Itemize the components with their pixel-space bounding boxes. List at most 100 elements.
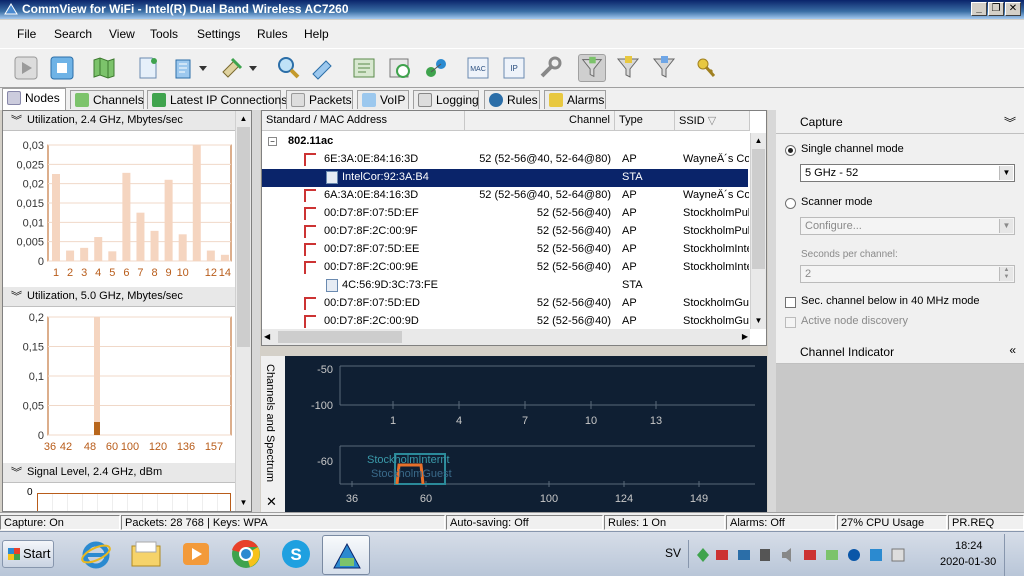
scroll-thumb[interactable] [752,149,765,269]
collapse-box-icon[interactable]: − [268,137,277,146]
play-icon[interactable] [12,54,40,82]
tools-icon[interactable] [536,54,564,82]
nodes-hscrollbar[interactable]: ◀ ▶ [262,329,750,345]
tab-channels[interactable]: Channels [70,90,144,109]
vertical-splitter[interactable] [252,110,260,512]
menu-view[interactable]: View [109,27,135,41]
tab-rules[interactable]: Rules [484,90,540,109]
ap-row[interactable]: 00:D7:8F:2C:00:9E 52 (52-56@40) AP Stockhol… [262,259,749,277]
group-row[interactable]: − 802.11ac [262,133,748,151]
collapse-chevron-icon[interactable]: ︾ [11,112,22,128]
filter-m-icon[interactable] [614,54,642,82]
ap-row[interactable]: 00:D7:8F:07:5D:ED 52 (52-56@40) AP Stockhol… [262,295,749,313]
clock-time[interactable]: 18:24 [955,540,983,552]
active-discovery-checkbox[interactable] [785,317,796,328]
channel-select[interactable]: 5 GHz - 52 ▼ [800,164,1015,182]
single-channel-radio[interactable] [785,145,796,156]
tab-packets[interactable]: Packets [286,90,353,109]
save-dropdown-icon[interactable] [196,54,210,82]
menu-tools[interactable]: Tools [150,27,178,41]
logging-timer-icon[interactable] [386,54,414,82]
tab-logging[interactable]: Logging [413,90,479,109]
ap-row[interactable]: 6E:3A:0E:84:16:3D 52 (52-56@40, 52-64@80)… [262,151,749,169]
commview-taskbar-button[interactable] [322,535,370,575]
language-indicator[interactable]: SV [665,546,681,560]
filter-c-icon[interactable] [650,54,678,82]
skype-icon[interactable]: S [280,538,312,570]
column-header-channel[interactable]: Channel [465,111,615,131]
sta-row[interactable]: IntelCor:92:3A:B4 STA [262,169,748,187]
menu-search[interactable]: Search [54,27,92,41]
scroll-down-icon[interactable]: ▼ [751,313,766,329]
ip-alias-icon[interactable]: IP [500,54,528,82]
media-player-icon[interactable] [180,538,212,570]
scroll-right-icon[interactable]: ▶ [742,329,748,345]
scroll-down-icon[interactable]: ▼ [236,495,251,511]
plugin-icon[interactable] [218,54,246,82]
file-explorer-icon[interactable] [130,538,162,570]
packet-generator-icon[interactable] [308,54,336,82]
show-desktop-button[interactable] [1004,534,1024,576]
tab-nodes[interactable]: Nodes [2,88,66,110]
menu-settings[interactable]: Settings [197,27,240,41]
ap-row[interactable]: 00:D7:8F:07:5D:EF 52 (52-56@40) AP Stockhol… [262,205,749,223]
stepper-arrows-icon[interactable]: ▲ ▼ [999,267,1013,281]
internet-explorer-icon[interactable] [80,538,112,570]
new-capture-icon[interactable] [134,54,162,82]
section-util-24[interactable]: ︾ Utilization, 2.4 GHz, Mbytes/sec [3,111,236,131]
hscroll-thumb[interactable] [278,331,402,343]
close-button[interactable]: ✕ [1005,2,1021,16]
channel-indicator-header[interactable]: Channel Indicator « [776,340,1024,364]
plugin-dropdown-icon[interactable] [246,54,260,82]
collapse-chevron-icon[interactable]: ︾ [11,464,22,480]
capture-header[interactable]: Capture ︾ [776,110,1024,134]
seconds-stepper[interactable]: 2 ▲ ▼ [800,265,1015,283]
map-icon[interactable] [90,54,118,82]
section-signal-24[interactable]: ︾ Signal Level, 2.4 GHz, dBm [3,463,236,483]
sec-channel-checkbox[interactable] [785,297,796,308]
column-header-ssid[interactable]: SSID ▽ [675,111,750,131]
expand-chevron-icon[interactable]: « [1009,343,1016,357]
tab-latest-ip[interactable]: Latest IP Connections [147,90,287,109]
collapse-chevron-icon[interactable]: ︾ [11,288,22,304]
maximize-button[interactable]: ❐ [988,2,1004,16]
ap-row[interactable]: 00:D7:8F:07:5D:EE 52 (52-56@40) AP Stockhol… [262,241,749,259]
search-icon[interactable] [274,54,302,82]
scanner-mode-radio[interactable] [785,198,796,209]
chevron-down-icon[interactable]: ▼ [999,219,1013,233]
configure-select[interactable]: Configure... ▼ [800,217,1015,235]
nodes-scrollbar[interactable]: ▲ ▼ [750,133,766,329]
column-header-type[interactable]: Type [615,111,675,131]
clock-date[interactable]: 2020-01-30 [940,556,996,568]
scroll-thumb[interactable] [237,127,250,347]
column-header-mac[interactable]: Standard / MAC Address [262,111,465,131]
chevron-down-icon[interactable]: ▼ [999,166,1013,180]
close-spectrum-icon[interactable]: ✕ [266,494,277,510]
ap-row[interactable]: 00:D7:8F:2C:00:9F 52 (52-56@40) AP Stockhol… [262,223,749,241]
sta-row[interactable]: 4C:56:9D:3C:73:FE STA [262,277,748,295]
menu-help[interactable]: Help [304,27,329,41]
wep-keys-icon[interactable] [692,54,720,82]
tab-alarms[interactable]: Alarms [544,90,606,109]
menu-file[interactable]: File [17,27,36,41]
filter-d-icon[interactable] [578,54,606,82]
system-tray-icons[interactable] [696,546,916,564]
collapse-chevron-icon[interactable]: ︾ [1004,114,1016,131]
section-util-50[interactable]: ︾ Utilization, 5.0 GHz, Mbytes/sec [3,287,236,307]
reconstruct-icon[interactable] [350,54,378,82]
chrome-icon[interactable] [230,538,262,570]
tab-voip[interactable]: VoIP [357,90,409,109]
ap-row[interactable]: 6A:3A:0E:84:16:3D 52 (52-56@40, 52-64@80)… [262,187,749,205]
scroll-left-icon[interactable]: ◀ [264,329,270,345]
mac-alias-icon[interactable]: MAC [464,54,492,82]
left-scrollbar[interactable]: ▲ ▼ [235,111,251,511]
nodes-icon[interactable] [422,54,450,82]
right-splitter[interactable] [768,110,776,512]
start-button[interactable]: Start [2,540,54,568]
scroll-up-icon[interactable]: ▲ [751,133,766,149]
open-file-icon[interactable] [170,54,198,82]
menu-rules[interactable]: Rules [257,27,288,41]
minimize-button[interactable]: _ [971,2,987,16]
stop-icon[interactable] [48,54,76,82]
scroll-up-icon[interactable]: ▲ [236,111,251,127]
